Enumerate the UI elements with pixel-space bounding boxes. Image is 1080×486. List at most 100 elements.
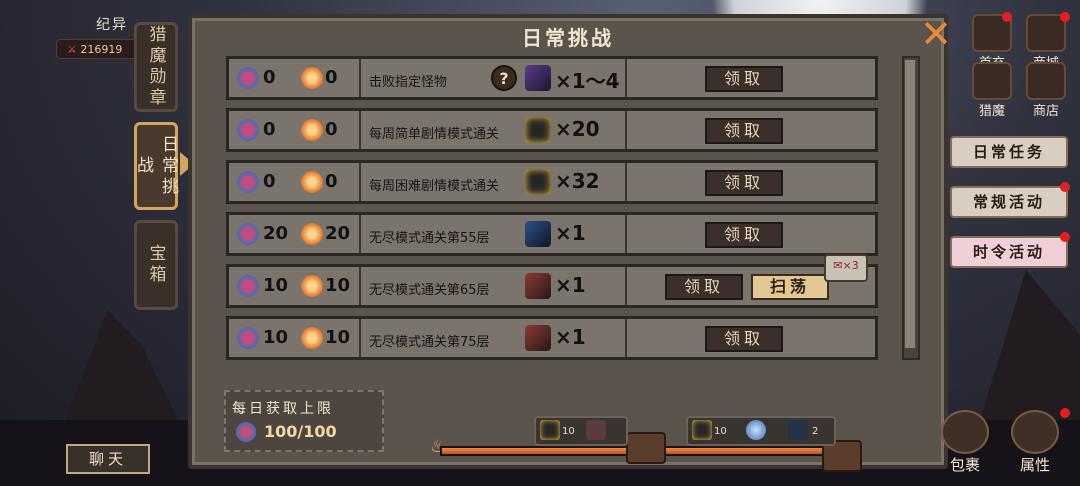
tab-treasure-box[interactable]: 宝箱: [134, 220, 178, 310]
tab-daily-challenge[interactable]: 日常挑战: [133, 122, 178, 210]
reward-a-value: 10: [263, 275, 289, 296]
challenge-description: 无尽模式通关第75层: [369, 335, 490, 350]
bag-button[interactable]: 包裹: [938, 410, 992, 475]
demon-points-icon: [237, 119, 259, 141]
lantern-box-icon: [692, 420, 712, 440]
blue-weapon-icon: [788, 420, 808, 440]
item-quantity: ×1～4: [555, 69, 620, 93]
claim-button[interactable]: 领取: [705, 170, 783, 196]
divider: [625, 111, 627, 149]
hunt-label: 猎魔: [978, 104, 1005, 119]
challenge-row: 20 20 无尽模式通关第55层 ×1 领取: [226, 212, 878, 256]
limited-events-button[interactable]: 时令活动: [950, 236, 1068, 268]
reward-a-value: 0: [263, 171, 276, 192]
chat-button[interactable]: 聊天: [66, 444, 150, 474]
lantern-box-icon: [525, 169, 551, 195]
flame-points-icon: [301, 67, 323, 89]
milestone-reward-1: 10: [534, 416, 628, 446]
reward-a-value: 0: [263, 67, 276, 88]
scrollbar[interactable]: [902, 56, 920, 360]
daily-limit-value: 100/100: [264, 422, 337, 441]
claim-button[interactable]: 领取: [705, 66, 783, 92]
item-quantity: ×1: [555, 325, 586, 349]
daily-limit-box: 每日获取上限 100/100: [224, 390, 384, 452]
chest-icon[interactable]: [626, 432, 666, 464]
lantern-box-icon: [525, 117, 551, 143]
shop-icon: [1026, 62, 1066, 100]
item-quantity: ×20: [555, 117, 600, 141]
notification-dot: [1060, 232, 1070, 242]
bag-icon: [941, 410, 989, 454]
lantern-box-icon: [540, 420, 560, 440]
red-staff-icon: [525, 273, 551, 299]
notification-dot: [1002, 12, 1012, 22]
notification-dot: [1060, 12, 1070, 22]
power-value: 216919: [80, 43, 123, 56]
attributes-icon: [1011, 410, 1059, 454]
dark-crystal-icon: [525, 65, 551, 91]
tab-hunter-medal[interactable]: 猎魔勋章: [134, 22, 178, 112]
claim-button[interactable]: 领取: [705, 326, 783, 352]
bag-label: 包裹: [949, 456, 980, 474]
power-icon: ⚔: [67, 43, 81, 56]
milestone-reward-2: 10 2: [686, 416, 836, 446]
reward-b-value: 0: [325, 67, 338, 88]
reward-a-value: 10: [263, 327, 289, 348]
demon-points-icon: [237, 67, 259, 89]
claim-button[interactable]: 领取: [665, 274, 743, 300]
item-quantity: ×1: [555, 273, 586, 297]
daily-limit-label: 每日获取上限: [232, 401, 334, 417]
regular-events-button[interactable]: 常规活动: [950, 186, 1068, 218]
shop-button[interactable]: 商店: [1022, 62, 1070, 119]
divider: [625, 267, 627, 305]
challenge-description: 每周简单剧情模式通关: [369, 127, 500, 142]
challenge-description: 击败指定怪物: [369, 75, 448, 90]
challenge-description: 无尽模式通关第55层: [369, 231, 490, 246]
close-icon[interactable]: ✕: [916, 14, 956, 54]
divider: [625, 163, 627, 201]
claim-button[interactable]: 领取: [705, 222, 783, 248]
challenge-row: 0 0 每周困难剧情模式通关 ×32 领取: [226, 160, 878, 204]
red-staff-icon: [586, 420, 606, 440]
hint-icon[interactable]: ?: [491, 65, 517, 91]
scrollbar-thumb[interactable]: [905, 60, 915, 348]
blue-weapon-icon: [525, 221, 551, 247]
challenge-row: 10 10 无尽模式通关第65层 ×1 领取 扫荡: [226, 264, 878, 308]
flame-points-icon: [301, 275, 323, 297]
sweep-ticket-badge: ✉×3: [824, 254, 868, 282]
milestone-count: 2: [812, 426, 819, 437]
reward-b-value: 0: [325, 171, 338, 192]
hunt-icon: [972, 62, 1012, 100]
item-quantity: ×1: [555, 221, 586, 245]
sweep-button[interactable]: 扫荡: [751, 274, 829, 300]
item-quantity: ×32: [555, 169, 600, 193]
reward-b-value: 20: [325, 223, 351, 244]
demon-points-icon: [237, 171, 259, 193]
shop-label: 商店: [1032, 104, 1059, 119]
attributes-button[interactable]: 属性: [1008, 410, 1062, 475]
demon-points-icon: [237, 275, 259, 297]
flame-points-icon: [301, 223, 323, 245]
flame-points-icon: [301, 327, 323, 349]
panel-title: 日常挑战: [522, 26, 614, 50]
points-icon: [236, 422, 256, 442]
tab-label: 猎魔勋章: [145, 25, 166, 109]
challenge-row: 0 0 每周简单剧情模式通关 ×20 领取: [226, 108, 878, 152]
milestone-count: 10: [714, 426, 727, 437]
divider: [625, 319, 627, 357]
hunt-button[interactable]: 猎魔: [968, 62, 1016, 119]
player-name: 纪异: [96, 17, 128, 33]
notification-dot: [1060, 182, 1070, 192]
flame-points-icon: [301, 119, 323, 141]
divider: [625, 59, 627, 97]
reward-b-value: 0: [325, 119, 338, 140]
tab-label: 宝箱: [145, 244, 166, 286]
daily-tasks-button[interactable]: 日常任务: [950, 136, 1068, 168]
challenge-row: 10 10 无尽模式通关第75层 ×1 领取: [226, 316, 878, 360]
blue-gem-icon: [746, 420, 766, 440]
claim-button[interactable]: 领取: [705, 118, 783, 144]
tab-label: 日常挑战: [133, 134, 178, 198]
reward-b-value: 10: [325, 275, 351, 296]
challenge-description: 无尽模式通关第65层: [369, 283, 490, 298]
divider: [625, 215, 627, 253]
